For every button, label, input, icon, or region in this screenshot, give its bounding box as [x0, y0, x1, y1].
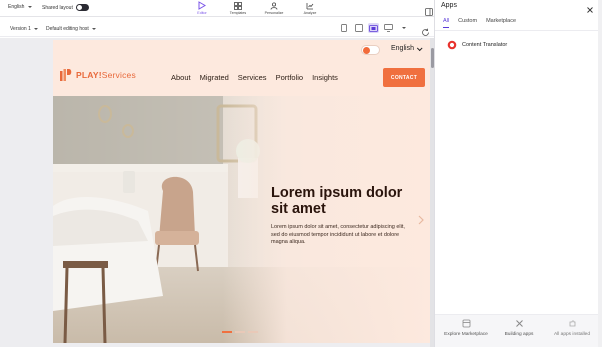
puzzle-icon [569, 320, 575, 327]
logo-suffix: Services [101, 70, 136, 80]
editor-subtoolbar: Version 1 Default editing host [0, 20, 434, 37]
refresh-icon[interactable] [421, 24, 430, 36]
shared-layout-toggle[interactable] [75, 4, 89, 11]
analyze-icon [306, 1, 315, 10]
marketplace-icon [462, 319, 470, 328]
contact-button[interactable]: CONTACT [383, 68, 425, 87]
window-edge [598, 0, 602, 347]
site-nav-links: About Migrated Services Portfolio Insigh… [171, 73, 338, 82]
logo-brand: PLAY! [76, 70, 102, 80]
mode-personalize[interactable]: Personalize [262, 0, 286, 17]
mode-editor[interactable]: Editor [190, 0, 214, 17]
close-icon[interactable] [586, 1, 594, 13]
footer-label: Building apps [504, 332, 534, 337]
nav-link-insights[interactable]: Insights [312, 73, 338, 82]
tab-all[interactable]: All [443, 18, 450, 28]
app-item-content-translator[interactable]: Content Translator [447, 40, 507, 50]
explore-marketplace-button[interactable]: Explore Marketplace [441, 319, 491, 337]
nav-link-migrated[interactable]: Migrated [200, 73, 229, 82]
nav-link-portfolio[interactable]: Portfolio [276, 73, 304, 82]
site-language-selector[interactable]: English [391, 44, 423, 52]
mode-label: Analyze [303, 11, 317, 15]
personalize-icon [270, 1, 279, 10]
editing-host-label: Default editing host [46, 26, 89, 32]
hero-body-text: Lorem ipsum dolor sit amet, consectetur … [271, 224, 405, 245]
all-apps-installed-button: All apps installed [547, 319, 597, 337]
shared-layout-control[interactable]: Shared layout [42, 4, 89, 11]
logo-mark-icon [60, 69, 72, 81]
chevron-down-icon [91, 28, 96, 30]
apps-panel: Apps All Custom Marketplace Content Tran… [435, 0, 602, 347]
tools-icon [515, 320, 523, 327]
apps-panel-footer: Explore Marketplace Building apps All ap… [435, 314, 602, 347]
carousel-dot[interactable] [235, 331, 245, 333]
chevron-down-icon [28, 6, 33, 8]
templates-icon [234, 1, 243, 10]
hero-title: Lorem ipsum dolor sit amet [271, 185, 403, 217]
mode-switcher: Editor Templates Personalize Analyze [190, 0, 322, 17]
footer-label: All apps installed [554, 332, 590, 337]
top-toolbar: English Shared layout Editor Templates P… [0, 0, 434, 17]
wide-view-button[interactable] [383, 23, 394, 33]
carousel-indicators [222, 331, 258, 333]
site-preview[interactable]: English PLAY!Services About Migrated Ser… [53, 40, 430, 343]
building-apps-button[interactable]: Building apps [494, 319, 544, 337]
chevron-down-icon [416, 44, 423, 51]
apps-tabs: All Custom Marketplace [443, 18, 516, 28]
logo-text: PLAY!Services [76, 70, 136, 80]
mode-label: Templates [229, 11, 247, 15]
site-logo[interactable]: PLAY!Services [59, 68, 136, 82]
desktop-view-button[interactable] [368, 23, 379, 33]
hero-banner: Lorem ipsum dolor sit amet Lorem ipsum d… [53, 96, 430, 343]
shared-layout-label: Shared layout [42, 4, 73, 11]
device-switcher [338, 23, 409, 33]
mode-label: Personalize [264, 11, 284, 15]
site-navbar: PLAY!Services About Migrated Services Po… [53, 62, 430, 94]
version-selector[interactable]: Version 1 [10, 26, 38, 32]
mode-templates[interactable]: Templates [226, 0, 250, 17]
mobile-view-button[interactable] [338, 23, 349, 33]
language-label: English [8, 4, 25, 10]
site-language-label: English [391, 45, 414, 52]
carousel-dot[interactable] [222, 331, 232, 333]
site-theme-toggle[interactable] [361, 45, 380, 55]
tablet-view-button[interactable] [353, 23, 364, 33]
carousel-dot[interactable] [248, 331, 258, 333]
editor-icon [198, 1, 207, 10]
language-selector[interactable]: English [8, 4, 33, 10]
site-utility-bar: English [53, 40, 430, 60]
content-translator-icon [447, 40, 457, 50]
chevron-down-icon [33, 28, 38, 30]
mode-label: Editor [197, 11, 207, 15]
tab-marketplace[interactable]: Marketplace [486, 18, 516, 28]
mode-analyze[interactable]: Analyze [298, 0, 322, 17]
version-label: Version 1 [10, 26, 31, 32]
chevron-down-icon [401, 27, 406, 29]
footer-label: Explore Marketplace [444, 332, 488, 337]
apps-panel-icon[interactable] [425, 3, 433, 16]
device-more-button[interactable] [398, 23, 409, 33]
editing-host-selector[interactable]: Default editing host [46, 26, 96, 32]
tab-custom[interactable]: Custom [458, 18, 477, 28]
nav-link-about[interactable]: About [171, 73, 191, 82]
hero-bedroom-image [53, 96, 430, 343]
carousel-next-icon[interactable] [417, 212, 425, 225]
panel-title: Apps [441, 2, 457, 9]
tabs-divider [435, 30, 602, 31]
app-label: Content Translator [462, 42, 508, 48]
nav-link-services[interactable]: Services [238, 73, 267, 82]
